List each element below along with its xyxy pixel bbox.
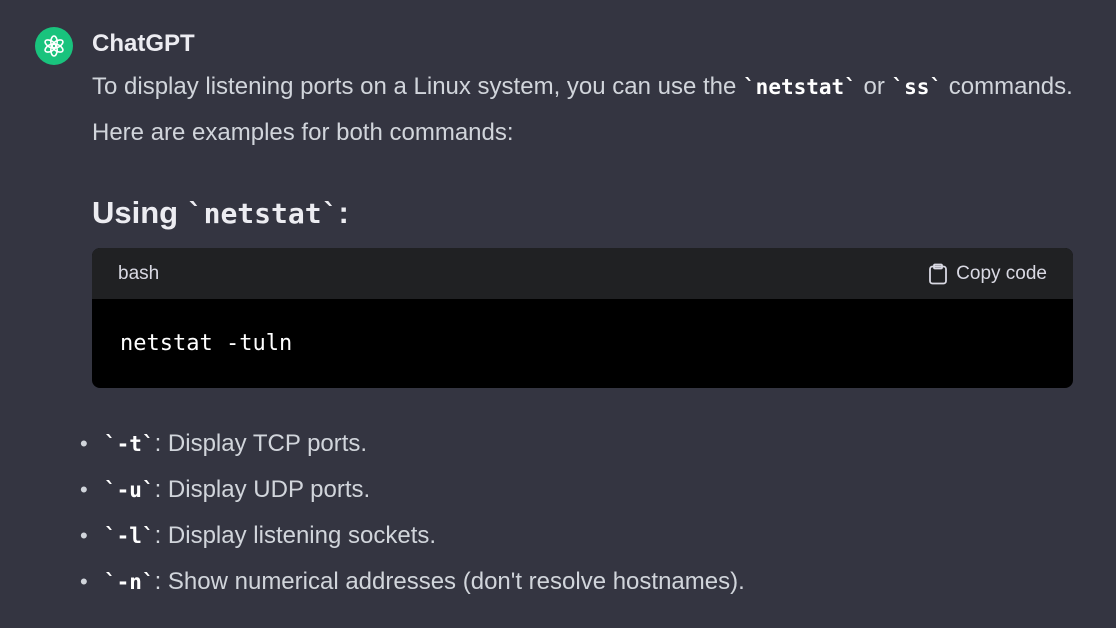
bullet-dot: • [80,569,88,594]
avatar [35,27,73,65]
bullet-dot: • [80,431,88,456]
list-item: • `-n`: Show numerical addresses (don't r… [80,559,745,605]
code-text: netstat -tuln [120,331,293,356]
bullet-dot: • [80,477,88,502]
intro-text-before: To display listening ports on a Linux sy… [92,73,744,100]
heading-code: `netstat` [186,197,339,230]
flag-code: `-n` [104,570,155,594]
heading-prefix: Using [92,195,187,230]
code-block: bash Copy code netstat -tuln [92,248,1073,388]
chatgpt-logo-icon [44,35,64,57]
flag-description: : Display listening sockets. [154,522,437,549]
copy-code-label: Copy code [956,262,1047,284]
copy-code-button[interactable]: Copy code [928,263,1047,285]
inline-code-netstat: `netstat` [743,75,857,99]
list-item: • `-u`: Display UDP ports. [80,467,745,513]
flag-code: `-t` [104,432,155,456]
flag-description: : Display UDP ports. [154,476,371,503]
intro-paragraph: To display listening ports on a Linux sy… [92,64,1073,155]
code-content[interactable]: netstat -tuln [92,299,1073,388]
heading-suffix: : [338,195,349,230]
section-heading: Using `netstat`: [92,193,1073,234]
inline-code-ss: `ss` [891,75,943,99]
message-author: ChatGPT [92,30,195,57]
message-body: To display listening ports on a Linux sy… [92,64,1073,234]
bullet-dot: • [80,523,88,548]
intro-text-or: or [856,73,892,100]
flag-list: • `-t`: Display TCP ports. • `-u`: Display… [80,421,745,605]
flag-code: `-l` [104,524,155,548]
flag-code: `-u` [104,478,155,502]
clipboard-icon [929,263,948,284]
flag-description: : Display TCP ports. [154,430,368,457]
list-item: • `-t`: Display TCP ports. [80,421,745,467]
code-language-label: bash [118,262,160,284]
code-block-header: bash Copy code [92,248,1073,299]
list-item: • `-l`: Display listening sockets. [80,513,745,559]
flag-description: : Show numerical addresses (don't resolv… [154,568,745,595]
